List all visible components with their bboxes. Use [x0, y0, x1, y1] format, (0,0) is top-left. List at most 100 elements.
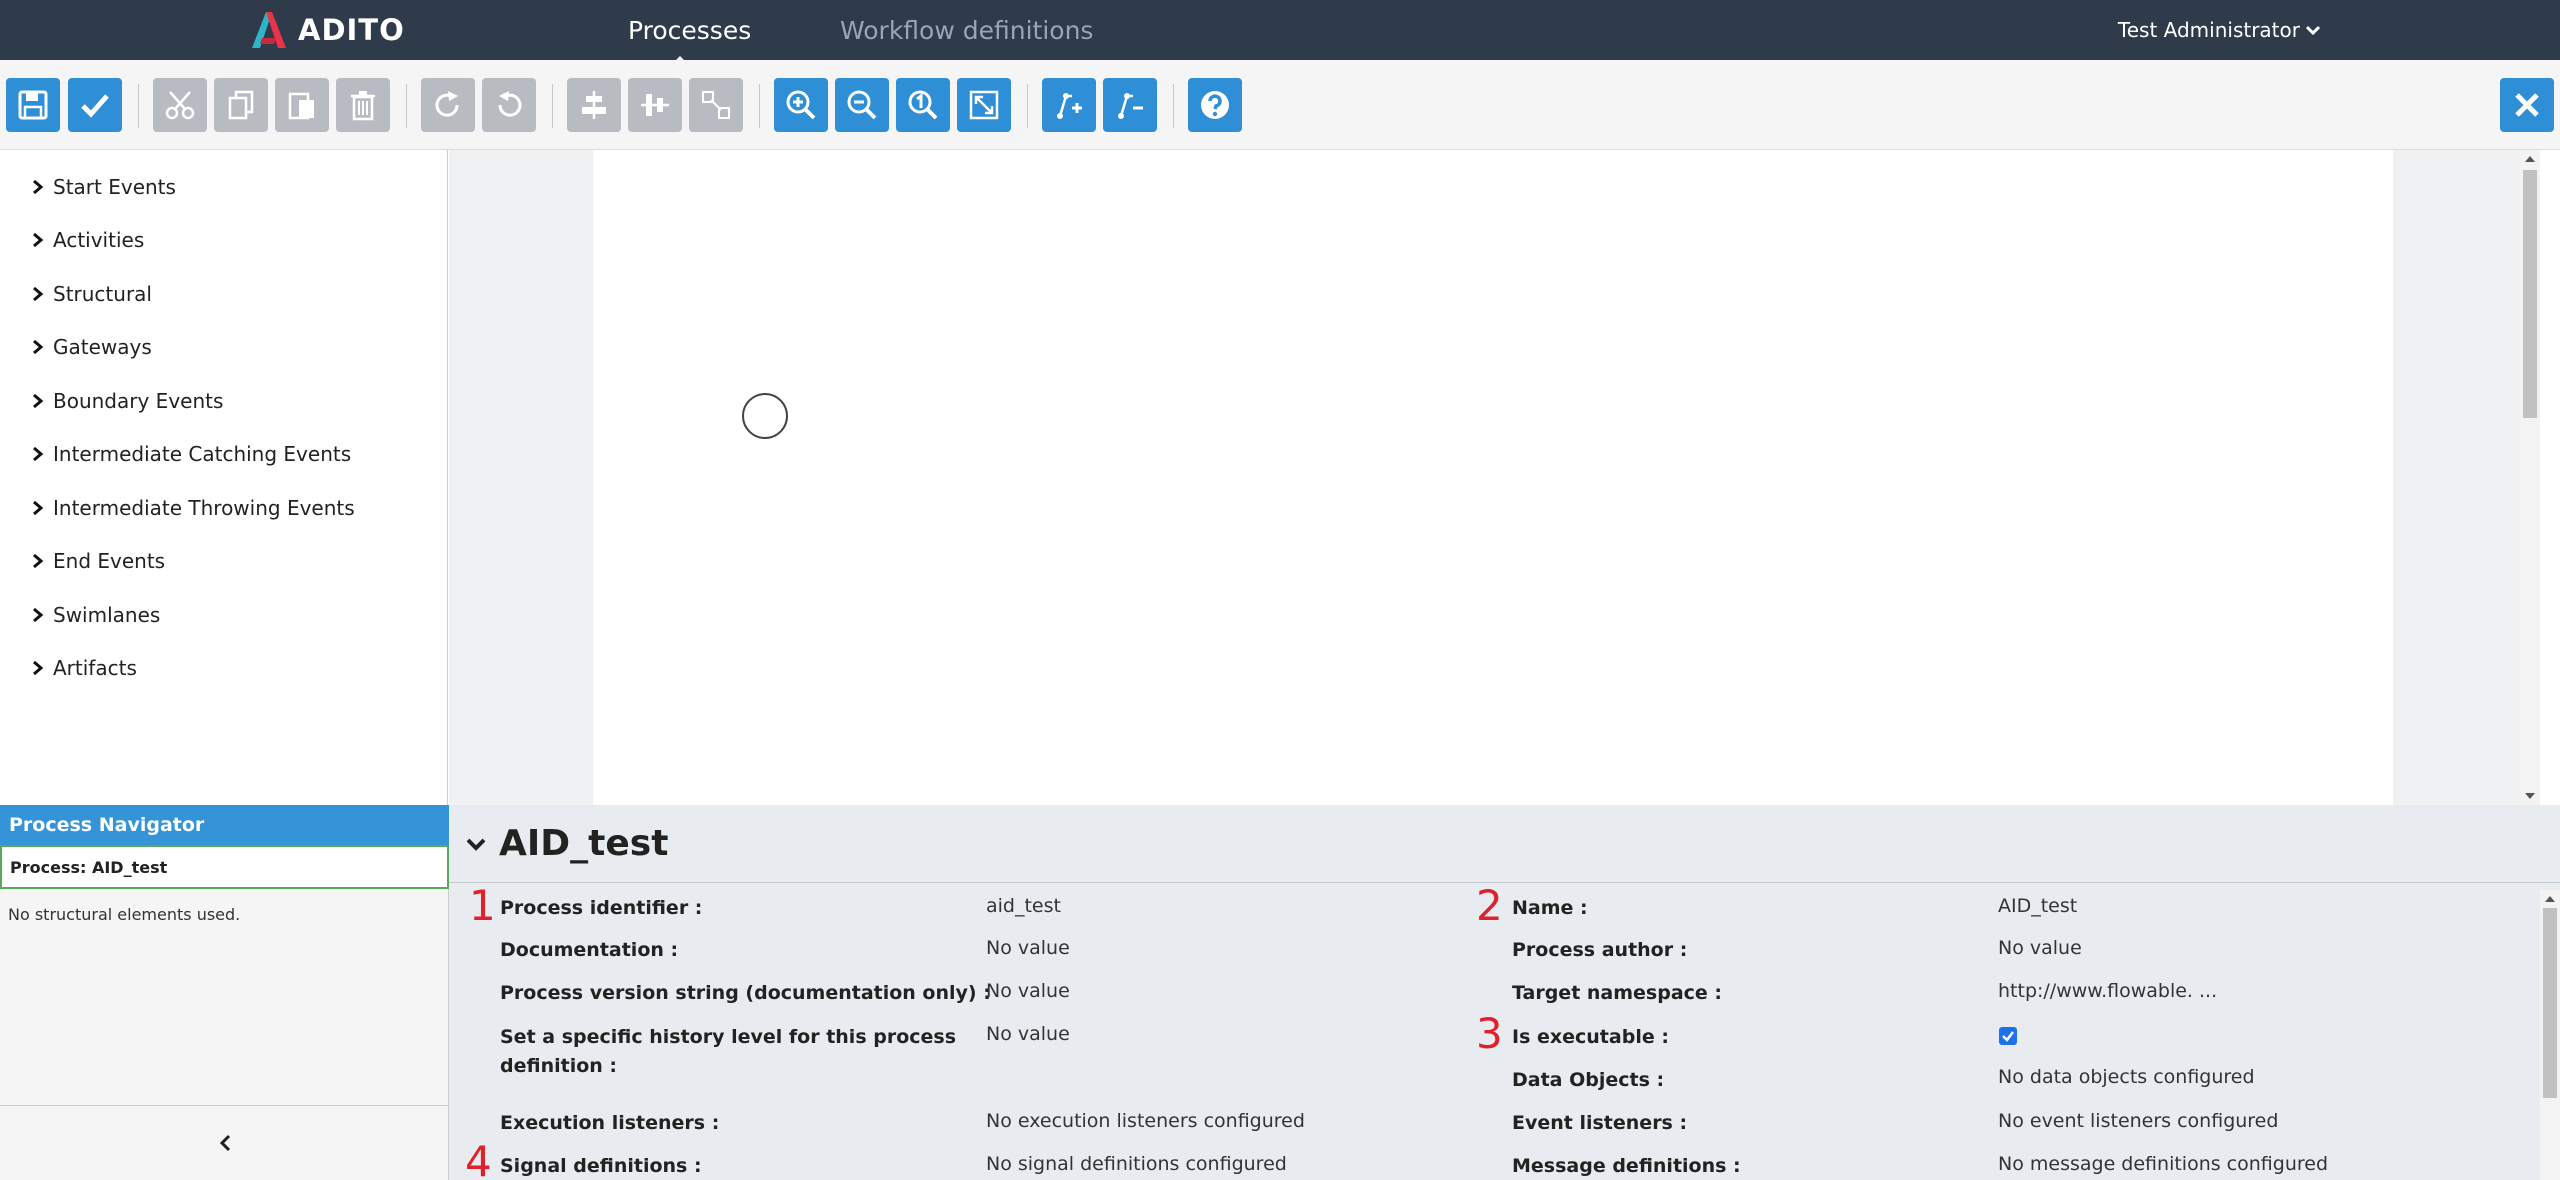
scroll-up-icon: [2545, 896, 2555, 902]
prop-label-data-objects: Data Objects :: [1512, 1069, 1665, 1091]
chevron-right-icon: [33, 286, 44, 302]
palette-group-artifacts[interactable]: Artifacts: [32, 653, 137, 683]
diagram-canvas[interactable]: [593, 150, 2393, 805]
align-horizontal-button[interactable]: [567, 78, 621, 132]
prop-label-target-namespace: Target namespace :: [1512, 982, 1723, 1004]
prop-value-signal-definitions[interactable]: No signal definitions configured: [986, 1150, 1287, 1179]
canvas-scrollbar-thumb[interactable]: [2523, 170, 2537, 418]
editor-toolbar: [0, 60, 2560, 150]
zoom-fit-button[interactable]: [957, 78, 1011, 132]
prop-value-process-version[interactable]: No value: [986, 977, 1070, 1006]
nav-workflow-definitions[interactable]: Workflow definitions: [840, 0, 1093, 60]
palette-group-start-events[interactable]: Start Events: [32, 172, 176, 202]
prop-value-process-author[interactable]: No value: [1998, 934, 2082, 963]
save-button[interactable]: [6, 78, 60, 132]
scroll-up-icon: [2525, 156, 2535, 162]
chevron-right-icon: [33, 607, 44, 623]
palette-group-boundary-events[interactable]: Boundary Events: [32, 386, 223, 416]
palette-group-activities[interactable]: Activities: [32, 225, 144, 255]
align-vertical-button[interactable]: [628, 78, 682, 132]
palette-group-intermediate-catching-events[interactable]: Intermediate Catching Events: [32, 439, 351, 469]
process-navigator: Process Navigator Process: AID_test No s…: [0, 805, 449, 1180]
paste-button[interactable]: [275, 78, 329, 132]
process-navigator-item[interactable]: Process: AID_test: [0, 845, 449, 889]
properties-title: AID_test: [499, 823, 669, 864]
palette-group-label: Start Events: [53, 175, 176, 199]
annotation-2: 2: [1476, 881, 1503, 930]
palette-group-label: End Events: [53, 549, 166, 573]
prop-value-event-listeners[interactable]: No event listeners configured: [1998, 1107, 2278, 1136]
properties-scrollbar-thumb[interactable]: [2543, 908, 2557, 1098]
palette-group-intermediate-throwing-events[interactable]: Intermediate Throwing Events: [32, 493, 355, 523]
palette-group-label: Artifacts: [53, 656, 137, 680]
prop-label-documentation: Documentation :: [500, 939, 679, 961]
nav-processes[interactable]: Processes: [628, 0, 751, 60]
help-button[interactable]: [1188, 78, 1242, 132]
properties-scrollbar[interactable]: [2540, 890, 2560, 1180]
prop-label-is-executable: Is executable :: [1512, 1026, 1669, 1048]
palette-group-structural[interactable]: Structural: [32, 279, 152, 309]
properties-panel: AID_test Process identifier : Documentat…: [449, 805, 2560, 1180]
zoom-actual-button[interactable]: [896, 78, 950, 132]
process-navigator-title: Process Navigator: [0, 805, 449, 845]
prop-value-name[interactable]: AID_test: [1998, 892, 2077, 921]
palette-group-label: Structural: [53, 282, 152, 306]
prop-label-message-definitions: Message definitions :: [1512, 1155, 1741, 1177]
properties-header[interactable]: AID_test: [449, 805, 2560, 883]
collapse-navigator-button[interactable]: [0, 1105, 449, 1180]
start-event-shape[interactable]: [742, 393, 788, 439]
help-icon: [1201, 91, 1229, 119]
user-menu[interactable]: Test Administrator: [2118, 0, 2320, 60]
delete-button[interactable]: [336, 78, 390, 132]
prop-value-history-level[interactable]: No value: [986, 1020, 1070, 1049]
prop-label-event-listeners: Event listeners :: [1512, 1112, 1688, 1134]
zoom-out-button[interactable]: [835, 78, 889, 132]
chevron-right-icon: [33, 446, 44, 462]
prop-value-data-objects[interactable]: No data objects configured: [1998, 1063, 2255, 1092]
prop-value-process-identifier[interactable]: aid_test: [986, 892, 1061, 921]
chevron-right-icon: [33, 232, 44, 248]
undo-button[interactable]: [482, 78, 536, 132]
palette-group-label: Intermediate Catching Events: [53, 442, 352, 466]
process-navigator-empty: No structural elements used.: [8, 905, 241, 924]
app-header: ADITO Processes Workflow definitions Tes…: [0, 0, 2560, 66]
palette-group-end-events[interactable]: End Events: [32, 546, 165, 576]
palette-group-label: Activities: [53, 228, 145, 252]
logo-text: ADITO: [298, 13, 405, 47]
prop-label-process-version: Process version string (documentation on…: [500, 982, 991, 1004]
close-icon: [2515, 93, 2539, 117]
cut-button[interactable]: [153, 78, 207, 132]
prop-label-history-level: Set a specific history level for this pr…: [500, 1026, 957, 1048]
diagram-canvas-area: [449, 150, 2540, 805]
same-size-button[interactable]: [689, 78, 743, 132]
toolbar-separator: [759, 84, 760, 128]
redo-button[interactable]: [421, 78, 475, 132]
chevron-down-icon: [2306, 25, 2320, 35]
add-bendpoint-button[interactable]: [1042, 78, 1096, 132]
remove-bendpoint-button[interactable]: [1103, 78, 1157, 132]
prop-value-execution-listeners[interactable]: No execution listeners configured: [986, 1107, 1305, 1136]
annotation-4: 4: [465, 1137, 492, 1180]
add-bendpoint-icon: [1057, 93, 1082, 119]
zoom-in-icon: [786, 90, 816, 120]
copy-button[interactable]: [214, 78, 268, 132]
palette-group-gateways[interactable]: Gateways: [32, 332, 152, 362]
prop-label-process-author: Process author :: [1512, 939, 1688, 961]
align-vertical-icon: [641, 94, 669, 116]
zoom-in-button[interactable]: [774, 78, 828, 132]
palette-group-swimlanes[interactable]: Swimlanes: [32, 600, 160, 630]
align-horizontal-icon: [582, 91, 606, 119]
adito-logo[interactable]: ADITO: [246, 6, 405, 54]
close-editor-button[interactable]: [2500, 78, 2554, 132]
same-size-icon: [702, 91, 730, 119]
prop-value-target-namespace[interactable]: http://www.flowable. ...: [1998, 977, 2217, 1006]
validate-button[interactable]: [68, 78, 122, 132]
canvas-scrollbar[interactable]: [2520, 150, 2540, 805]
prop-value-message-definitions[interactable]: No message definitions configured: [1998, 1150, 2328, 1179]
prop-label-process-identifier: Process identifier :: [500, 897, 703, 919]
shape-palette: Start Events Activities Structural Gatew…: [0, 150, 448, 805]
prop-value-documentation[interactable]: No value: [986, 934, 1070, 963]
prop-label-execution-listeners: Execution listeners :: [500, 1112, 720, 1134]
is-executable-checkbox[interactable]: [1999, 1027, 2017, 1045]
save-icon: [18, 90, 48, 120]
